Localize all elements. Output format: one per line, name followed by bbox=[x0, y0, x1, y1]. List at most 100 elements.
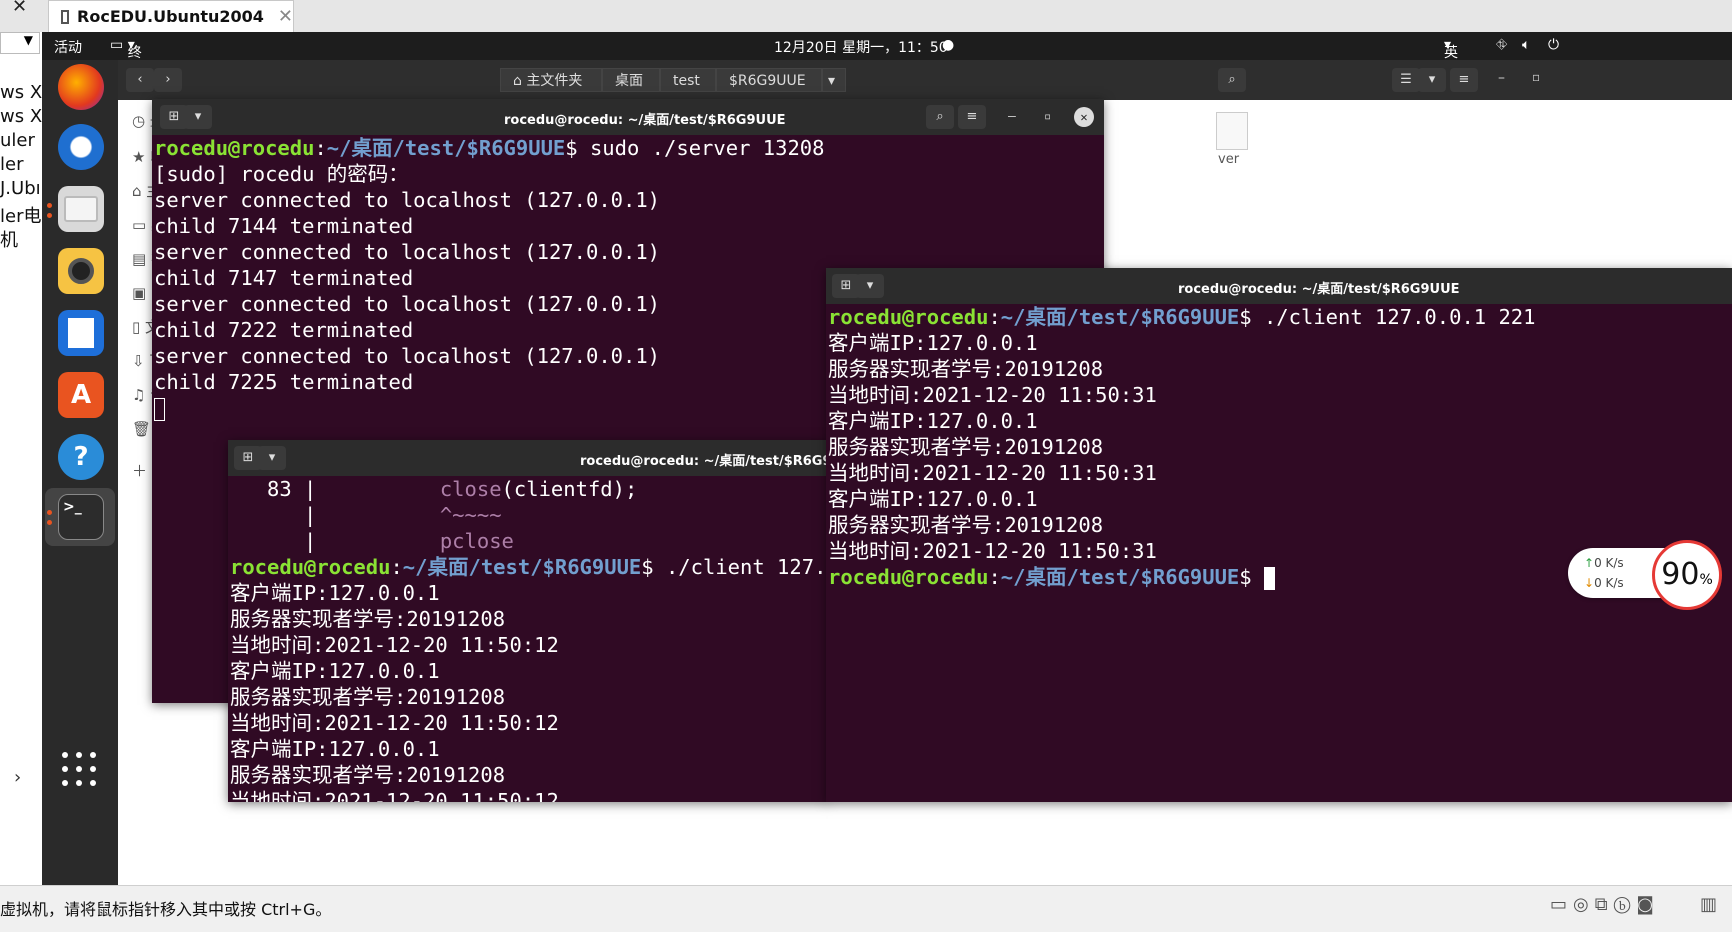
output-line: child 7225 terminated bbox=[154, 370, 414, 394]
view-options-button[interactable]: ▾ bbox=[1418, 68, 1446, 92]
output-line: 服务器实现者学号:20191208 bbox=[230, 763, 506, 787]
show-applications-icon[interactable] bbox=[62, 752, 98, 788]
code-token: ^~~~~ bbox=[439, 503, 502, 527]
terminal-client1-window[interactable]: ⊞ ▾ rocedu@rocedu: ~/桌面/test/$R6G9UUE 83… bbox=[228, 440, 828, 802]
volume-icon[interactable]: 🔈︎ bbox=[1522, 37, 1530, 53]
vm-tab[interactable]: RocEDU.Ubuntu2004 ✕ bbox=[48, 0, 294, 32]
help-icon[interactable]: ? bbox=[58, 434, 104, 480]
output-line: 服务器实现者学号:20191208 bbox=[828, 435, 1104, 459]
library-item[interactable]: ler bbox=[0, 154, 23, 175]
libreoffice-writer-icon[interactable] bbox=[58, 310, 104, 356]
crumb-home-label: 主文件夹 bbox=[526, 73, 583, 89]
upload-speed: ↑0 K/s bbox=[1584, 556, 1624, 570]
library-item[interactable]: J.Ubı bbox=[0, 178, 41, 199]
maximize-icon[interactable]: ▫ bbox=[1044, 109, 1051, 123]
library-item[interactable]: uler bbox=[0, 130, 35, 151]
maximize-icon[interactable]: ▫ bbox=[1532, 70, 1540, 84]
running-indicator bbox=[47, 520, 52, 525]
prompt-colon: : bbox=[988, 565, 1001, 589]
output-line: 客户端IP:127.0.0.1 bbox=[230, 581, 440, 605]
crumb-desktop[interactable]: 桌面 bbox=[602, 68, 660, 92]
network-speed-widget[interactable]: ↑0 K/s ↓0 K/s 90% bbox=[1568, 540, 1732, 610]
tab-menu-button[interactable]: ▾ bbox=[184, 105, 212, 129]
output-line: [sudo] rocedu 的密码： bbox=[154, 162, 409, 186]
minimize-icon[interactable]: – bbox=[1498, 70, 1505, 86]
tab-close-icon[interactable]: ✕ bbox=[278, 6, 293, 27]
crumb-test[interactable]: test bbox=[660, 68, 716, 92]
device-icons[interactable]: ▭◎⧉ⓑ◙ bbox=[1550, 894, 1660, 915]
line-number: | bbox=[230, 529, 440, 553]
output-line: 当地时间:2021-12-20 11:50:12 bbox=[230, 789, 559, 802]
close-icon[interactable]: ✕ bbox=[1074, 107, 1094, 127]
output-line: server connected to localhost (127.0.0.1… bbox=[154, 292, 661, 316]
library-scroll-right-icon[interactable]: › bbox=[14, 767, 21, 788]
output-line: 当地时间:2021-12-20 11:50:31 bbox=[828, 461, 1157, 485]
output-line: 客户端IP:127.0.0.1 bbox=[828, 331, 1038, 355]
tab-menu-button[interactable]: ▾ bbox=[258, 446, 286, 470]
file-label[interactable]: ver bbox=[1218, 152, 1239, 167]
library-item[interactable]: ler电 bbox=[0, 202, 41, 228]
activities-button[interactable]: 活动 bbox=[54, 37, 82, 57]
rhythmbox-icon[interactable] bbox=[58, 248, 104, 294]
code-line: | ^~~~~ bbox=[230, 502, 828, 528]
terminal-icon[interactable]: >_ bbox=[58, 494, 104, 540]
library-item[interactable]: 机 bbox=[0, 226, 18, 252]
code-line: 83 | close(clientfd); bbox=[230, 476, 828, 502]
input-method-menu[interactable]: 英 ▾ bbox=[1444, 37, 1458, 61]
search-button[interactable]: ⌕ bbox=[1218, 68, 1246, 92]
prompt-user: rocedu@rocedu bbox=[828, 565, 989, 589]
thunderbird-icon[interactable] bbox=[58, 124, 104, 170]
cursor-line bbox=[154, 395, 824, 421]
terminal-app-menu[interactable]: ▭ 终端 ▾ bbox=[110, 37, 142, 81]
prompt-path: ~/桌面/test/$R6G9UUE bbox=[1000, 305, 1240, 329]
software-center-icon[interactable]: A bbox=[58, 372, 104, 418]
crumb-menu-button[interactable]: ▾ bbox=[822, 68, 846, 92]
minimize-icon[interactable]: – bbox=[1008, 109, 1016, 124]
crumb-current[interactable]: $R6G9UUE bbox=[716, 68, 822, 92]
output-line: 客户端IP:127.0.0.1 bbox=[230, 659, 440, 683]
library-dropdown[interactable]: ▼ bbox=[0, 32, 40, 54]
command-text: $ sudo ./server 13208 bbox=[565, 136, 825, 160]
prompt-line: rocedu@rocedu:~/桌面/test/$R6G9UUE$ ./clie… bbox=[828, 304, 1536, 330]
back-button[interactable]: ‹ bbox=[126, 68, 154, 92]
firefox-icon[interactable] bbox=[58, 64, 104, 110]
memory-percent: 90 bbox=[1661, 557, 1700, 592]
terminal-title: rocedu@rocedu: ~/桌面/test/$R6G9UUE bbox=[580, 454, 828, 469]
menu-button[interactable]: ≡ bbox=[958, 105, 986, 129]
library-item[interactable]: ws XI bbox=[0, 106, 42, 127]
output-line: child 7144 terminated bbox=[154, 214, 414, 238]
ubuntu-dock: A ? >_ bbox=[42, 60, 118, 885]
files-headerbar: ‹ › ⌂ 主文件夹 桌面 test $R6G9UUE ▾ ⌕ ☰ ▾ ≡ – … bbox=[118, 60, 1732, 100]
memory-gauge: 90% bbox=[1652, 540, 1722, 610]
terminal-output: 83 | close(clientfd); | ^~~~~ | pclose ro… bbox=[230, 476, 828, 802]
tab-menu-button[interactable]: ▾ bbox=[856, 274, 884, 298]
prompt-user: rocedu@rocedu bbox=[230, 555, 391, 579]
power-icon[interactable]: ⏻ bbox=[1548, 37, 1559, 53]
output-line: 服务器实现者学号:20191208 bbox=[230, 685, 506, 709]
output-line: 客户端IP:127.0.0.1 bbox=[230, 737, 440, 761]
hamburger-menu-button[interactable]: ≡ bbox=[1450, 68, 1478, 92]
output-line: 服务器实现者学号:20191208 bbox=[230, 607, 506, 631]
prompt-line: rocedu@rocedu:~/桌面/test/$R6G9UUE$ bbox=[828, 564, 1536, 590]
running-indicator bbox=[47, 213, 52, 218]
search-button[interactable]: ⌕ bbox=[926, 105, 954, 129]
text-cursor bbox=[1263, 566, 1275, 590]
files-icon[interactable] bbox=[58, 186, 104, 232]
output-line: 当地时间:2021-12-20 11:50:31 bbox=[828, 539, 1157, 563]
line-number: | bbox=[230, 503, 440, 527]
file-icon[interactable] bbox=[1216, 112, 1248, 150]
output-line: child 7222 terminated bbox=[154, 318, 414, 342]
display-icon[interactable]: ▥ bbox=[1700, 894, 1717, 915]
memory-percent-unit: % bbox=[1699, 572, 1713, 588]
crumb-home[interactable]: ⌂ 主文件夹 bbox=[500, 68, 602, 92]
output-line: 客户端IP:127.0.0.1 bbox=[828, 409, 1038, 433]
download-speed: ↓0 K/s bbox=[1584, 576, 1624, 590]
network-icon[interactable]: ⛗ bbox=[1496, 37, 1507, 53]
view-list-button[interactable]: ☰ bbox=[1392, 68, 1420, 92]
clock[interactable]: 12月20日 星期一，11：50 bbox=[774, 37, 948, 57]
terminal-client2-window[interactable]: ⊞ ▾ rocedu@rocedu: ~/桌面/test/$R6G9UUE ro… bbox=[826, 268, 1732, 802]
vm-close-icon[interactable]: ✕ bbox=[12, 0, 27, 17]
command-text: $ ./client 127.0. bbox=[641, 555, 828, 579]
library-item[interactable]: ws XI bbox=[0, 82, 42, 103]
forward-button[interactable]: › bbox=[154, 68, 182, 92]
